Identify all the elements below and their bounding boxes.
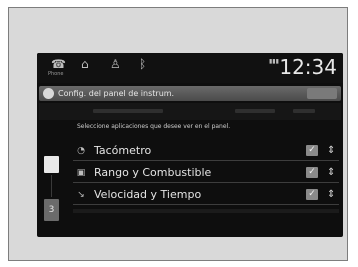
tachometer-icon: ◔ <box>77 146 85 156</box>
list-item[interactable]: ▣ Rango y Combustible ✓ ⇕ <box>73 163 339 183</box>
divider <box>73 182 339 183</box>
drag-handle-icon[interactable]: ⇕ <box>327 166 335 180</box>
instruction-text: Seleccione aplicaciones que desee ver en… <box>77 123 231 130</box>
phone-icon[interactable]: ☎ <box>51 58 66 70</box>
divider <box>73 204 339 205</box>
scroll-handle[interactable]: 3 <box>44 199 59 221</box>
sub-header-segment <box>93 109 163 113</box>
back-icon[interactable] <box>43 88 54 99</box>
list-item[interactable]: ↘ Velocidad y Tiempo ✓ ⇕ <box>73 185 339 205</box>
sub-header-segment <box>235 109 275 113</box>
page-title: Config. del panel de instrum. <box>58 89 175 98</box>
scroll-top-button[interactable] <box>44 156 59 173</box>
speed-icon: ↘ <box>77 190 85 200</box>
fuel-icon: ▣ <box>76 168 86 178</box>
sub-header <box>39 103 341 120</box>
phone-icon-label: Phone <box>48 71 64 77</box>
list-item-label: Tacómetro <box>94 144 152 157</box>
list-item[interactable]: ◔ Tacómetro ✓ ⇕ <box>73 141 339 161</box>
title-bar-button[interactable] <box>307 88 337 99</box>
figure-frame: ☎ Phone ⌂ ♙ ᛒ ▮▮▮ 12:34 Config. del pane… <box>8 7 348 261</box>
title-bar: Config. del panel de instrum. <box>39 86 341 101</box>
signal-icon: ▮▮▮ <box>269 58 279 65</box>
drag-handle-icon[interactable]: ⇕ <box>327 144 335 158</box>
list-item-label: Velocidad y Tiempo <box>94 188 202 201</box>
checkbox[interactable]: ✓ <box>306 167 318 178</box>
status-bar: ☎ Phone ⌂ ♙ ᛒ ▮▮▮ 12:34 <box>37 53 343 83</box>
list-item-label: Rango y Combustible <box>94 166 212 179</box>
checkbox[interactable]: ✓ <box>306 145 318 156</box>
nav-icon[interactable]: ⌂ <box>81 58 89 70</box>
display-screen: ☎ Phone ⌂ ♙ ᛒ ▮▮▮ 12:34 Config. del pane… <box>37 53 343 237</box>
divider <box>73 160 339 161</box>
checkbox[interactable]: ✓ <box>306 189 318 200</box>
scroll-track <box>51 175 52 197</box>
list-item-partial <box>73 209 339 213</box>
bluetooth-icon[interactable]: ᛒ <box>139 58 146 70</box>
drag-handle-icon[interactable]: ⇕ <box>327 188 335 202</box>
sub-header-segment <box>293 109 315 113</box>
person-icon[interactable]: ♙ <box>110 58 121 70</box>
clock: 12:34 <box>279 55 337 79</box>
